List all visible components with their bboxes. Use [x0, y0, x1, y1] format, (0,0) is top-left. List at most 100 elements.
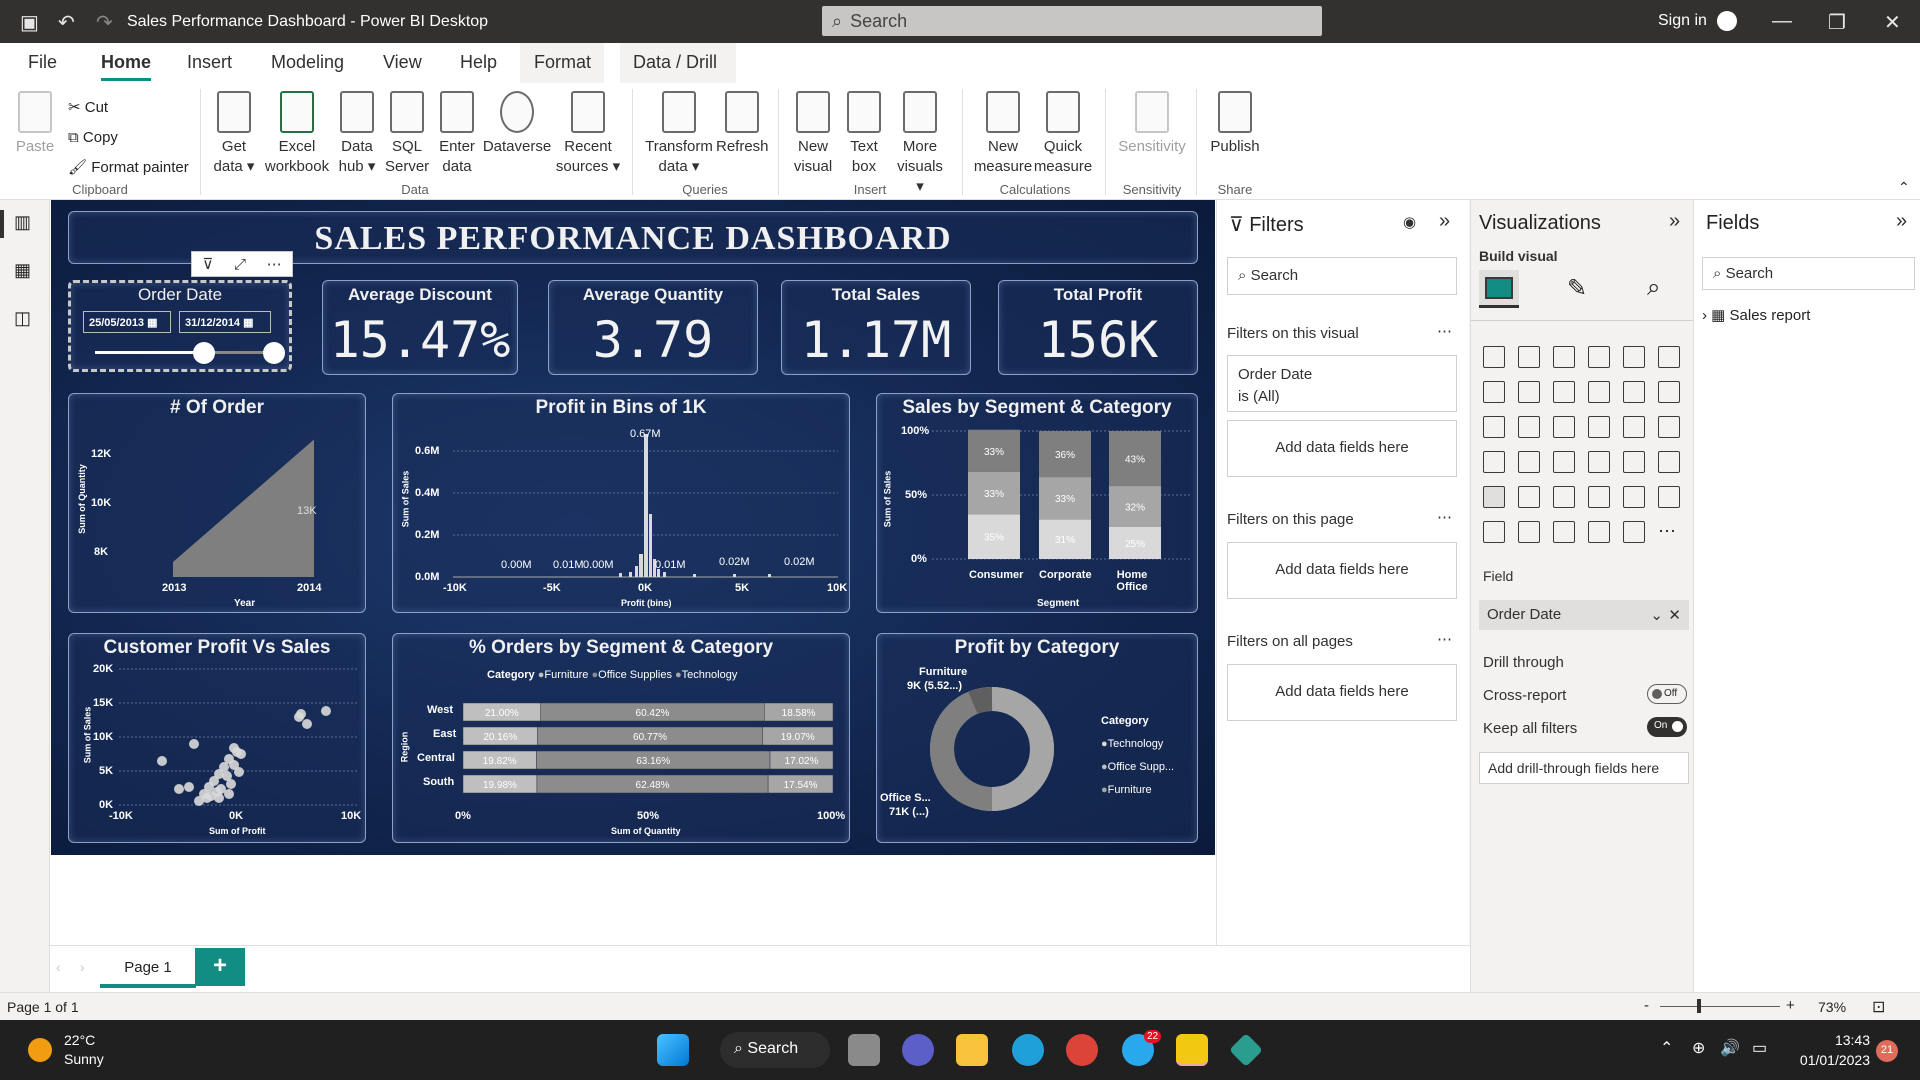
- eye-icon[interactable]: ◉: [1403, 213, 1416, 231]
- collapse-fields-icon[interactable]: »: [1896, 210, 1907, 233]
- python-visual-icon[interactable]: [1623, 486, 1645, 508]
- chart-orders-by-region[interactable]: % Orders by Segment & Category Category …: [392, 633, 850, 843]
- tab-format[interactable]: Format: [520, 43, 604, 83]
- battery-icon[interactable]: ▭: [1752, 1038, 1767, 1058]
- matrix-icon[interactable]: [1553, 486, 1575, 508]
- sign-in-link[interactable]: Sign in: [1658, 12, 1707, 30]
- search-input[interactable]: ⌕ Search: [822, 6, 1322, 36]
- paste-button[interactable]: Paste: [14, 91, 56, 157]
- start-icon[interactable]: [657, 1034, 689, 1066]
- key-influencers-icon[interactable]: [1658, 486, 1680, 508]
- language-icon[interactable]: ⊕: [1692, 1038, 1705, 1058]
- enter-data-button[interactable]: Enter data: [435, 91, 479, 177]
- power-bi-icon[interactable]: [1176, 1034, 1208, 1066]
- narrative-icon[interactable]: [1553, 521, 1575, 543]
- collapse-ribbon-icon[interactable]: ⌃: [1898, 179, 1910, 196]
- chevron-down-icon[interactable]: ⌄: [1650, 606, 1663, 624]
- dataverse-button[interactable]: Dataverse: [482, 91, 552, 157]
- goals-icon[interactable]: [1588, 521, 1610, 543]
- recent-sources-button[interactable]: Recent sources ▾: [555, 91, 621, 177]
- publish-button[interactable]: Publish: [1206, 91, 1264, 157]
- cut-button[interactable]: ✂ Cut: [68, 93, 189, 123]
- end-date-input[interactable]: 31/12/2014 ▦: [179, 311, 271, 333]
- add-page-button[interactable]: +: [195, 948, 245, 986]
- ribbon-icon[interactable]: [1658, 381, 1680, 403]
- kpi-icon[interactable]: [1658, 451, 1680, 473]
- filters-search-input[interactable]: ⌕ Search: [1227, 257, 1457, 295]
- table-icon[interactable]: [1518, 486, 1540, 508]
- temperature[interactable]: 22°C: [64, 1032, 95, 1048]
- filled-map-icon[interactable]: [1518, 451, 1540, 473]
- decomposition-tree-icon[interactable]: [1483, 521, 1505, 543]
- more-options-icon[interactable]: ⋯: [1437, 508, 1452, 526]
- chart-sales-by-segment[interactable]: Sales by Segment & Category 35% 33% 33% 31%…: [876, 393, 1198, 613]
- keep-filters-toggle[interactable]: On: [1647, 717, 1687, 737]
- collapse-viz-icon[interactable]: »: [1669, 210, 1680, 233]
- more-options-icon[interactable]: ⋯: [1437, 630, 1452, 648]
- chart-orders-by-year[interactable]: # Of Order 12K 10K 8K Sum of Quantity 13…: [68, 393, 366, 613]
- add-visual-filter-well[interactable]: Add data fields here: [1227, 420, 1457, 477]
- text-box-button[interactable]: Text box: [841, 91, 887, 177]
- stacked-column-icon[interactable]: [1518, 346, 1540, 368]
- refresh-button[interactable]: Refresh: [716, 91, 769, 157]
- order-date-slicer[interactable]: Order Date 25/05/2013 ▦ 31/12/2014 ▦: [68, 280, 292, 372]
- treemap-icon[interactable]: [1658, 416, 1680, 438]
- notification-badge[interactable]: 21: [1876, 1040, 1898, 1062]
- format-painter-button[interactable]: 🖌 Format painter: [68, 153, 189, 183]
- build-visual-tab[interactable]: [1479, 270, 1519, 308]
- area-icon[interactable]: [1518, 381, 1540, 403]
- new-visual-button[interactable]: New visual: [790, 91, 836, 177]
- focus-mode-icon[interactable]: ⤢: [234, 256, 246, 273]
- prev-page-icon[interactable]: ‹: [56, 959, 61, 975]
- collapse-filters-icon[interactable]: »: [1439, 210, 1450, 233]
- zoom-level[interactable]: 73%: [1818, 999, 1846, 1015]
- stacked-bar-icon[interactable]: [1483, 346, 1505, 368]
- clustered-bar-icon[interactable]: [1553, 346, 1575, 368]
- zoom-in-icon[interactable]: +: [1786, 997, 1795, 1014]
- gauge-icon[interactable]: [1553, 451, 1575, 473]
- add-page-filter-well[interactable]: Add data fields here: [1227, 542, 1457, 599]
- next-page-icon[interactable]: ›: [80, 959, 85, 975]
- kpi-card-total-profit[interactable]: Total Profit 156K: [998, 280, 1198, 375]
- edge-icon[interactable]: [1012, 1034, 1044, 1066]
- chevron-up-icon[interactable]: ⌃: [1660, 1038, 1673, 1058]
- 100-bar-icon[interactable]: [1623, 346, 1645, 368]
- restore-icon[interactable]: ❐: [1828, 10, 1846, 35]
- slider-handle-end[interactable]: [263, 342, 285, 364]
- tab-view[interactable]: View: [383, 52, 422, 73]
- chevron-right-icon[interactable]: ›: [1702, 307, 1707, 324]
- sensitivity-button[interactable]: Sensitivity: [1115, 91, 1189, 157]
- pie-icon[interactable]: [1588, 416, 1610, 438]
- waterfall-icon[interactable]: [1483, 416, 1505, 438]
- r-visual-icon[interactable]: [1588, 486, 1610, 508]
- clock-date[interactable]: 01/01/2023: [1790, 1052, 1870, 1068]
- scatter-icon[interactable]: [1553, 416, 1575, 438]
- zoom-slider-handle[interactable]: [1697, 999, 1701, 1013]
- tab-help[interactable]: Help: [460, 52, 497, 73]
- undo-icon[interactable]: ↶: [58, 10, 75, 35]
- funnel-icon[interactable]: [1518, 416, 1540, 438]
- line-icon[interactable]: [1483, 381, 1505, 403]
- multi-row-card-icon[interactable]: [1623, 451, 1645, 473]
- model-view-icon[interactable]: ◫: [14, 308, 31, 329]
- table-view-icon[interactable]: ▦: [14, 260, 31, 281]
- more-options-icon[interactable]: ⋯: [267, 255, 282, 273]
- minimize-icon[interactable]: —: [1772, 10, 1792, 33]
- clock-time[interactable]: 13:43: [1800, 1032, 1870, 1048]
- stacked-area-icon[interactable]: [1553, 381, 1575, 403]
- paginated-report-icon[interactable]: [1623, 521, 1645, 543]
- transform-data-button[interactable]: Transform data ▾: [644, 91, 714, 177]
- line-column-icon[interactable]: [1588, 381, 1610, 403]
- map-icon[interactable]: [1483, 451, 1505, 473]
- page-tab-1[interactable]: Page 1: [100, 948, 196, 988]
- analytics-icon[interactable]: ⌕: [1647, 274, 1660, 302]
- qa-icon[interactable]: [1518, 521, 1540, 543]
- close-icon[interactable]: ✕: [1884, 10, 1901, 35]
- kpi-card-avg-quantity[interactable]: Average Quantity 3.79: [548, 280, 758, 375]
- tab-insert[interactable]: Insert: [187, 52, 232, 73]
- filter-icon[interactable]: ⊽: [202, 255, 213, 273]
- volume-icon[interactable]: 🔊: [1720, 1038, 1740, 1058]
- more-options-icon[interactable]: ⋯: [1437, 322, 1452, 340]
- quick-measure-button[interactable]: Quick measure: [1032, 91, 1094, 177]
- new-measure-button[interactable]: New measure: [972, 91, 1034, 177]
